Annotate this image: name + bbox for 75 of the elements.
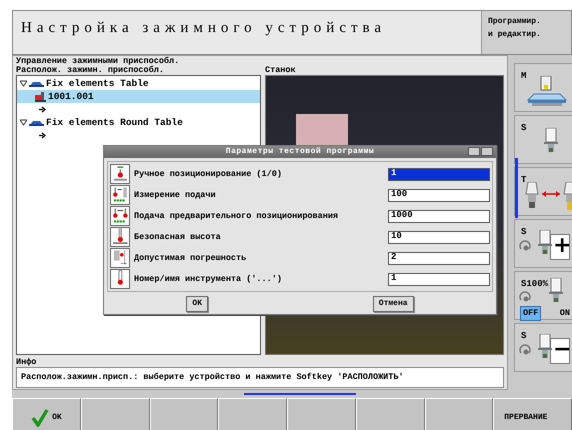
- switch-option: OFF: [520, 306, 542, 321]
- softkey-label: S100%: [521, 278, 548, 291]
- info-message: Располож.зажимн.присп.: выберите устройство и нажмите Softkey 'РАСПОЛОЖИТЬ': [16, 367, 504, 388]
- softkey[interactable]: [424, 398, 494, 430]
- softkey[interactable]: [150, 398, 218, 430]
- dialog-title: Параметры тестовой программы: [226, 147, 374, 156]
- softkey[interactable]: T: [514, 167, 572, 216]
- close-button[interactable]: [481, 147, 493, 156]
- rotation-icon: [519, 240, 531, 252]
- input-field[interactable]: 2: [388, 252, 490, 264]
- mode-label: и редактир.: [488, 29, 542, 41]
- arrow-icon[interactable]: [39, 106, 46, 113]
- input-field[interactable]: 1000: [388, 210, 490, 222]
- softkey-label: M: [521, 70, 526, 83]
- tree-item[interactable]: Fix elements Table: [17, 77, 260, 90]
- tree-label: Fix elements Table: [46, 77, 149, 90]
- panel-title: Станок: [265, 66, 297, 75]
- probe-icon: [110, 248, 130, 268]
- sign-label: +: [550, 234, 570, 260]
- probe-icon: [110, 206, 130, 226]
- softkey-label: S: [521, 122, 526, 135]
- switch-option: ON: [560, 307, 570, 320]
- softkey[interactable]: ПРЕРВАНИЕ: [493, 398, 572, 430]
- checkmark-icon: [31, 409, 50, 427]
- table-icon: [29, 80, 44, 87]
- input-field[interactable]: 1: [388, 272, 490, 286]
- field-label: Номер/имя инструмента ('...'): [133, 272, 283, 286]
- expander-icon: [20, 80, 27, 87]
- mode-label: Программир.: [488, 16, 542, 28]
- tool-icon: [537, 334, 553, 360]
- input-field[interactable]: 100: [388, 188, 490, 202]
- tool-change-icon: [525, 182, 572, 212]
- screen-title: Настройка зажимного устройства: [13, 11, 481, 54]
- softkey[interactable]: M: [514, 63, 572, 112]
- softkey[interactable]: S +: [514, 219, 572, 268]
- tool-icon: [537, 230, 553, 256]
- field-label: Измерение подачи: [133, 188, 217, 202]
- machine-table-icon: [526, 76, 568, 106]
- probe-icon: [110, 227, 130, 247]
- ok-button[interactable]: OK: [186, 296, 208, 312]
- expander-icon: [20, 119, 27, 126]
- panel-title: Располож. зажимн. приспособл.: [16, 66, 165, 75]
- sign-label: −: [550, 338, 570, 364]
- softkey-label: T: [521, 174, 526, 187]
- tree-item[interactable]: 1001.001: [17, 90, 260, 103]
- softkey-label: S: [521, 226, 526, 239]
- table-icon: [29, 119, 44, 126]
- tool-icon: [548, 278, 564, 304]
- tool-icon: [543, 128, 559, 154]
- fixture-icon: [35, 92, 46, 102]
- softkey[interactable]: S100% OFF ON: [514, 271, 572, 320]
- softkey[interactable]: S −: [514, 323, 572, 372]
- tree-item[interactable]: Fix elements Round Table: [17, 116, 260, 129]
- arrow-icon[interactable]: [39, 132, 46, 139]
- rotation-icon: [519, 291, 531, 303]
- input-field[interactable]: 1: [388, 168, 490, 180]
- panel-title: Управление зажимными приспособл.: [16, 57, 180, 66]
- softkey[interactable]: S: [514, 115, 572, 164]
- probe-icon: [110, 185, 130, 205]
- rotation-icon: [519, 344, 531, 356]
- probe-icon: [110, 269, 130, 289]
- input-field[interactable]: 10: [388, 230, 490, 244]
- panel-title: Инфо: [16, 358, 38, 368]
- scroll-indicator: [515, 158, 518, 218]
- tree-label: Fix elements Round Table: [46, 116, 183, 129]
- field-label: Допустимая погрешность: [133, 252, 248, 264]
- field-label: Безопасная высота: [133, 230, 222, 244]
- cancel-button[interactable]: Отмена: [372, 296, 414, 312]
- tree-label: 1001.001: [48, 90, 94, 103]
- softkey[interactable]: OK: [12, 398, 81, 430]
- field-label: Подача предварительного позиционирования: [133, 210, 340, 222]
- field-label: Ручное позиционирование (1/0): [133, 168, 283, 180]
- probe-icon: [110, 164, 130, 184]
- softkey-label: S: [521, 330, 526, 343]
- minimize-button[interactable]: [468, 147, 480, 156]
